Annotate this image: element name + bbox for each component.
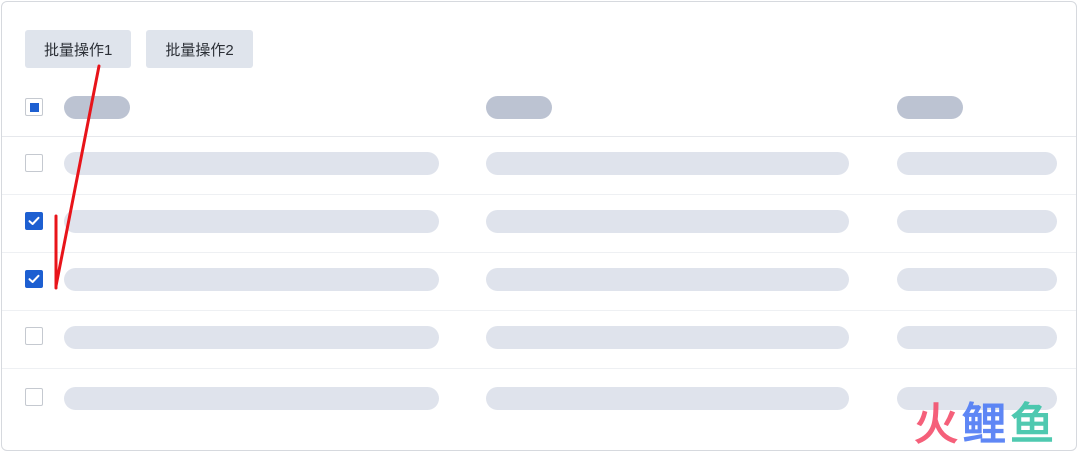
cell-placeholder <box>64 326 439 349</box>
cell-placeholder <box>897 326 1057 349</box>
table-row <box>2 310 1076 369</box>
cell-placeholder <box>486 268 849 291</box>
header-placeholder-col2 <box>486 96 552 119</box>
table-panel: 批量操作1 批量操作2 <box>1 1 1077 451</box>
row-checkbox[interactable] <box>25 154 43 172</box>
partial-indicator-icon <box>29 102 39 112</box>
row-checkbox[interactable] <box>25 388 43 406</box>
cell-placeholder <box>897 210 1057 233</box>
batch-action-2-button[interactable]: 批量操作2 <box>146 30 253 68</box>
cell-placeholder <box>486 326 849 349</box>
row-checkbox[interactable] <box>25 327 43 345</box>
batch-action-1-button[interactable]: 批量操作1 <box>25 30 132 68</box>
cell-placeholder <box>486 387 849 410</box>
cell-placeholder <box>897 268 1057 291</box>
header-placeholder-col3 <box>897 96 963 119</box>
table-row <box>2 136 1076 195</box>
cell-placeholder <box>486 210 849 233</box>
checkmark-icon <box>28 216 40 225</box>
cell-placeholder <box>897 152 1057 175</box>
cell-placeholder <box>64 268 439 291</box>
cell-placeholder <box>64 210 439 233</box>
row-checkbox[interactable] <box>25 212 43 230</box>
table-header <box>2 78 1076 137</box>
select-all-checkbox[interactable] <box>25 98 43 116</box>
watermark-char: 鱼 <box>1010 399 1058 450</box>
table-row <box>2 194 1076 253</box>
watermark-char: 鲤 <box>962 399 1010 450</box>
batch-toolbar: 批量操作1 批量操作2 <box>25 30 253 68</box>
row-checkbox[interactable] <box>25 270 43 288</box>
cell-placeholder <box>486 152 849 175</box>
header-placeholder-col1 <box>64 96 130 119</box>
watermark-logo: 火鲤鱼 <box>914 388 1058 452</box>
cell-placeholder <box>64 152 439 175</box>
table-row <box>2 252 1076 311</box>
watermark-char: 火 <box>914 399 962 450</box>
cell-placeholder <box>64 387 439 410</box>
checkmark-icon <box>28 274 40 283</box>
